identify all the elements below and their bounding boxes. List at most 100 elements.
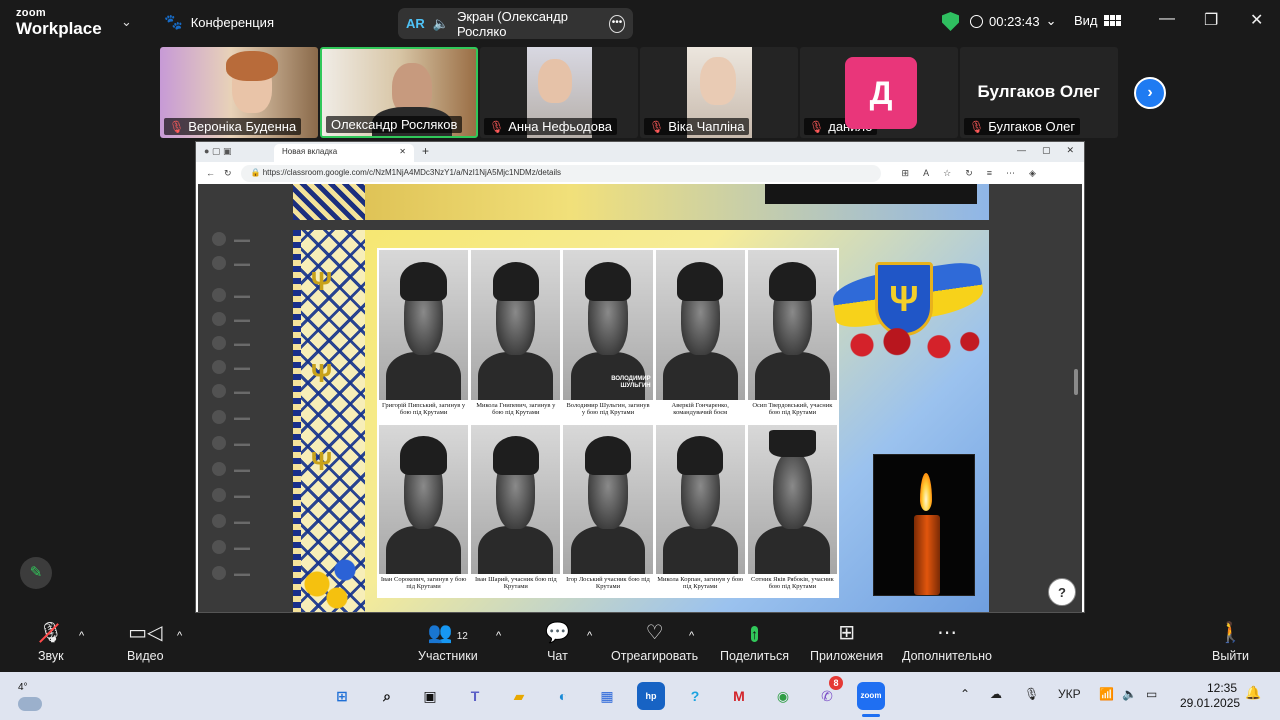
participant-tile[interactable]: 🎙︎ Віка Чапліна (640, 47, 798, 138)
weather-temp: 4° (18, 682, 28, 693)
hero-photo: Аверкій Гончаренко, командувачий боєм (655, 250, 745, 422)
share-button[interactable]: ↑ Поделиться (720, 622, 789, 663)
microphone-icon[interactable]: 🎙︎ (1024, 687, 1039, 701)
onedrive-icon[interactable]: ☁ (990, 687, 1002, 701)
viber-icon[interactable]: ✆ 8 (813, 676, 843, 710)
participants-options-caret[interactable]: ^ (496, 630, 501, 642)
more-options-icon[interactable]: ••• (608, 14, 625, 33)
help-button[interactable]: ? (1048, 578, 1076, 606)
mic-off-icon: 🎙︎ (809, 119, 825, 134)
refresh-icon[interactable]: ↻ (224, 168, 232, 179)
viburnum-decoration (841, 328, 981, 362)
view-button[interactable]: Вид (1074, 13, 1121, 28)
file-explorer-icon[interactable]: ▰ (505, 682, 533, 710)
refresh-extension-icon[interactable]: ↻ (965, 168, 973, 179)
chrome-icon[interactable]: ◉ (769, 682, 797, 710)
notifications-bell-icon[interactable]: 🔔 (1245, 685, 1261, 701)
more-icon[interactable]: ⋯ (1006, 168, 1015, 179)
zoom-taskbar-icon[interactable]: zoom (857, 682, 885, 710)
restore-icon[interactable]: ❐ (1204, 10, 1218, 30)
shared-screen[interactable]: ● ▢ ▣ Новая вкладка ✕ + — ▢ ✕ ← ↻ 🔒 http… (195, 141, 1085, 613)
edge-icon[interactable]: ◐ (549, 682, 577, 710)
hero-photo: ВОЛОДИМИР ШУЛЬГИН Володимир Шульгин, заги… (563, 250, 653, 422)
audio-options-caret[interactable]: ^ (79, 630, 84, 642)
clock-time: 12:35 (1206, 681, 1237, 695)
teams-icon[interactable]: T (461, 682, 489, 710)
system-clock[interactable]: 12:35 29.01.2025 (1180, 681, 1240, 711)
exit-icon: 🚶 (1218, 622, 1243, 644)
annotate-button[interactable]: ✎ (20, 557, 52, 589)
participant-tile[interactable]: 🎙︎ Анна Нефьодова (480, 47, 638, 138)
address-bar[interactable]: 🔒 https://classroom.google.com/c/NzM1NjA… (240, 164, 881, 182)
meeting-timer[interactable]: 00:23:43 ⌄ (970, 13, 1057, 29)
next-page-button[interactable]: › (1134, 77, 1166, 109)
tab-title: Новая вкладка (282, 147, 338, 156)
wifi-icon[interactable]: 📶 (1099, 687, 1114, 701)
kruty-heroes-slide: Ψ Ψ Ψ Григорій Пипський, загинув у бою п… (293, 230, 989, 612)
battery-icon[interactable]: ▭ (1146, 687, 1157, 701)
mic-muted-icon: 🎙︎ (38, 622, 64, 644)
volume-icon[interactable]: 🔈 (1122, 687, 1137, 701)
copilot-icon[interactable]: ◈ (1029, 168, 1036, 179)
store-icon[interactable]: ▦ (593, 682, 621, 710)
new-tab-icon[interactable]: + (422, 144, 429, 158)
hero-photo: Іван Сорокевич, загинув у бою під Крутам… (379, 424, 469, 596)
favorites-icon[interactable]: ≡ (987, 168, 992, 179)
chat-options-caret[interactable]: ^ (587, 630, 592, 642)
read-aloud-icon[interactable]: A (923, 168, 929, 179)
browser-tab-bar: ● ▢ ▣ Новая вкладка ✕ + — ▢ ✕ (196, 142, 1084, 162)
participant-name: 🎙︎ Анна Нефьодова (484, 118, 617, 135)
ukraine-emblem: Ψ (830, 240, 986, 370)
meeting-info[interactable]: 🐾 Конференция (164, 13, 274, 31)
grid-view-icon (1103, 15, 1121, 26)
participant-tile[interactable]: 🎙︎ Вероніка Буденна (160, 47, 318, 138)
flame-icon (920, 473, 932, 511)
trident-coat-of-arms-icon: Ψ (875, 262, 933, 336)
apps-icon[interactable]: ⊞ (902, 168, 910, 179)
timer-value: 00:23:43 (989, 13, 1040, 29)
meeting-label: Конференция (190, 14, 274, 30)
hero-photo: Осип Твердовський, учасник бою під Крута… (747, 250, 837, 422)
zoom-logo[interactable]: zoom Workplace (16, 8, 102, 38)
audio-button[interactable]: 🎙︎ Звук (38, 622, 64, 663)
back-icon[interactable]: ← (206, 168, 215, 178)
mcafee-icon[interactable]: M (725, 682, 753, 710)
minimize-icon[interactable]: — (1159, 10, 1175, 28)
windows-start-icon[interactable]: ⊞ (328, 682, 356, 710)
weather-widget[interactable]: 4° (18, 682, 42, 711)
react-button[interactable]: ♡ Отреагировать (611, 622, 698, 663)
more-button[interactable]: ⋯ Дополнительно (902, 622, 992, 663)
more-icon: ⋯ (936, 622, 957, 644)
search-icon[interactable]: ⌕ (373, 682, 401, 710)
task-view-icon[interactable]: ▣ (416, 682, 444, 710)
close-icon[interactable]: ✕ (1066, 145, 1074, 156)
screen-share-pill[interactable]: AR 🔈 Экран (Олександр Росляко ••• (398, 8, 633, 39)
flowers-decoration (293, 542, 373, 612)
favorite-icon[interactable]: ☆ (943, 168, 951, 179)
close-icon[interactable]: ✕ (1250, 10, 1263, 30)
scrollbar[interactable] (1074, 369, 1078, 395)
help-app-icon[interactable]: ? (681, 682, 709, 710)
browser-tab[interactable]: Новая вкладка ✕ (274, 144, 414, 162)
leave-button[interactable]: 🚶 Выйти (1212, 622, 1249, 663)
classroom-page: ▬▬ ▬▬ ▬▬ ▬▬ ▬▬ ▬▬ ▬▬ ▬▬ ▬▬ ▬▬ ▬▬ ▬▬ ▬▬ ▬… (198, 184, 1082, 612)
video-options-caret[interactable]: ^ (177, 630, 182, 642)
security-shield-icon[interactable] (942, 12, 959, 31)
chevron-up-icon[interactable]: ⌃ (960, 687, 970, 701)
myhp-icon[interactable]: hp (637, 682, 665, 710)
react-options-caret[interactable]: ^ (689, 630, 694, 642)
minimize-icon[interactable]: — (1017, 145, 1026, 156)
chat-button[interactable]: 💬 Чат (545, 622, 570, 663)
restore-icon[interactable]: ▢ (1042, 145, 1051, 156)
apps-button[interactable]: ⊞ Приложения (810, 622, 883, 663)
close-tab-icon[interactable]: ✕ (399, 147, 406, 159)
chevron-down-icon[interactable]: ⌄ (121, 14, 132, 30)
participants-button[interactable]: 👥 12 Участники (418, 622, 478, 663)
profile-icon[interactable]: ● ▢ ▣ (204, 146, 231, 157)
heroes-photo-grid: Григорій Пипський, загинув у бою під Кру… (377, 248, 839, 598)
participant-tile[interactable]: Олександр Росляков (320, 47, 478, 138)
zoom-top-bar: zoom Workplace ⌄ 🐾 Конференция AR 🔈 Экра… (0, 0, 1280, 46)
video-button[interactable]: ▭◁ Видео (127, 622, 164, 663)
language-indicator[interactable]: УКР (1058, 687, 1081, 701)
participant-name: 🎙︎ Булгаков Олег (964, 118, 1081, 135)
